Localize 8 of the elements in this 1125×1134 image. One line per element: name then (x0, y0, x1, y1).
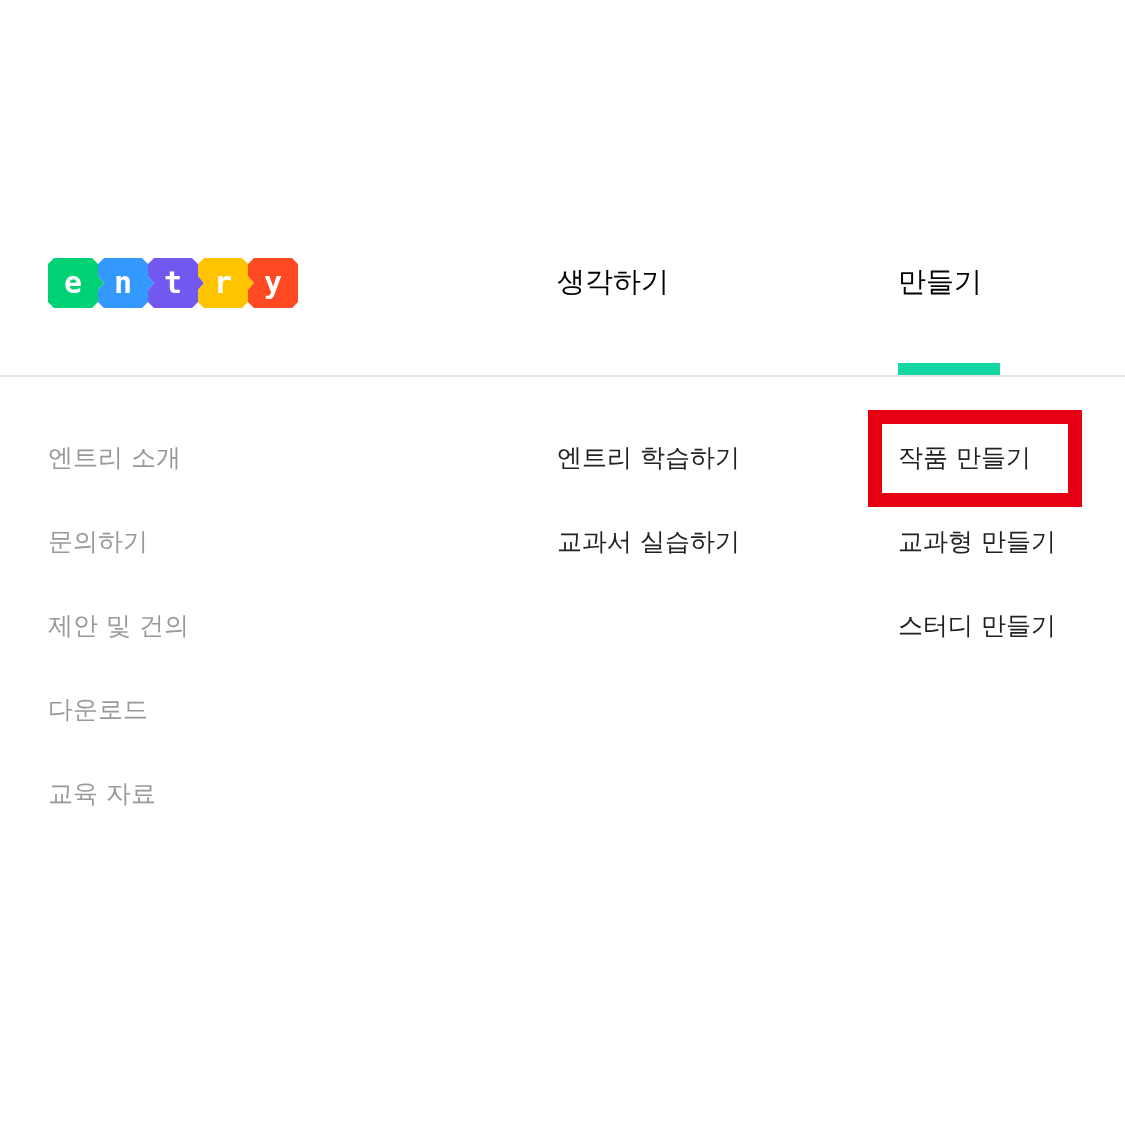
menu-link[interactable]: 교과형 만들기 (898, 524, 1056, 560)
menu-link[interactable]: 스터디 만들기 (898, 608, 1056, 644)
nav-tab[interactable]: 생각하기 (557, 230, 669, 375)
menu-link[interactable]: 엔트리 학습하기 (557, 440, 740, 476)
menu-link[interactable]: 교과서 실습하기 (557, 524, 740, 560)
logo-letter: y (248, 258, 298, 308)
nav-tab[interactable]: 만들기 (898, 230, 1000, 375)
menu-link[interactable]: 작품 만들기 (898, 440, 1031, 476)
